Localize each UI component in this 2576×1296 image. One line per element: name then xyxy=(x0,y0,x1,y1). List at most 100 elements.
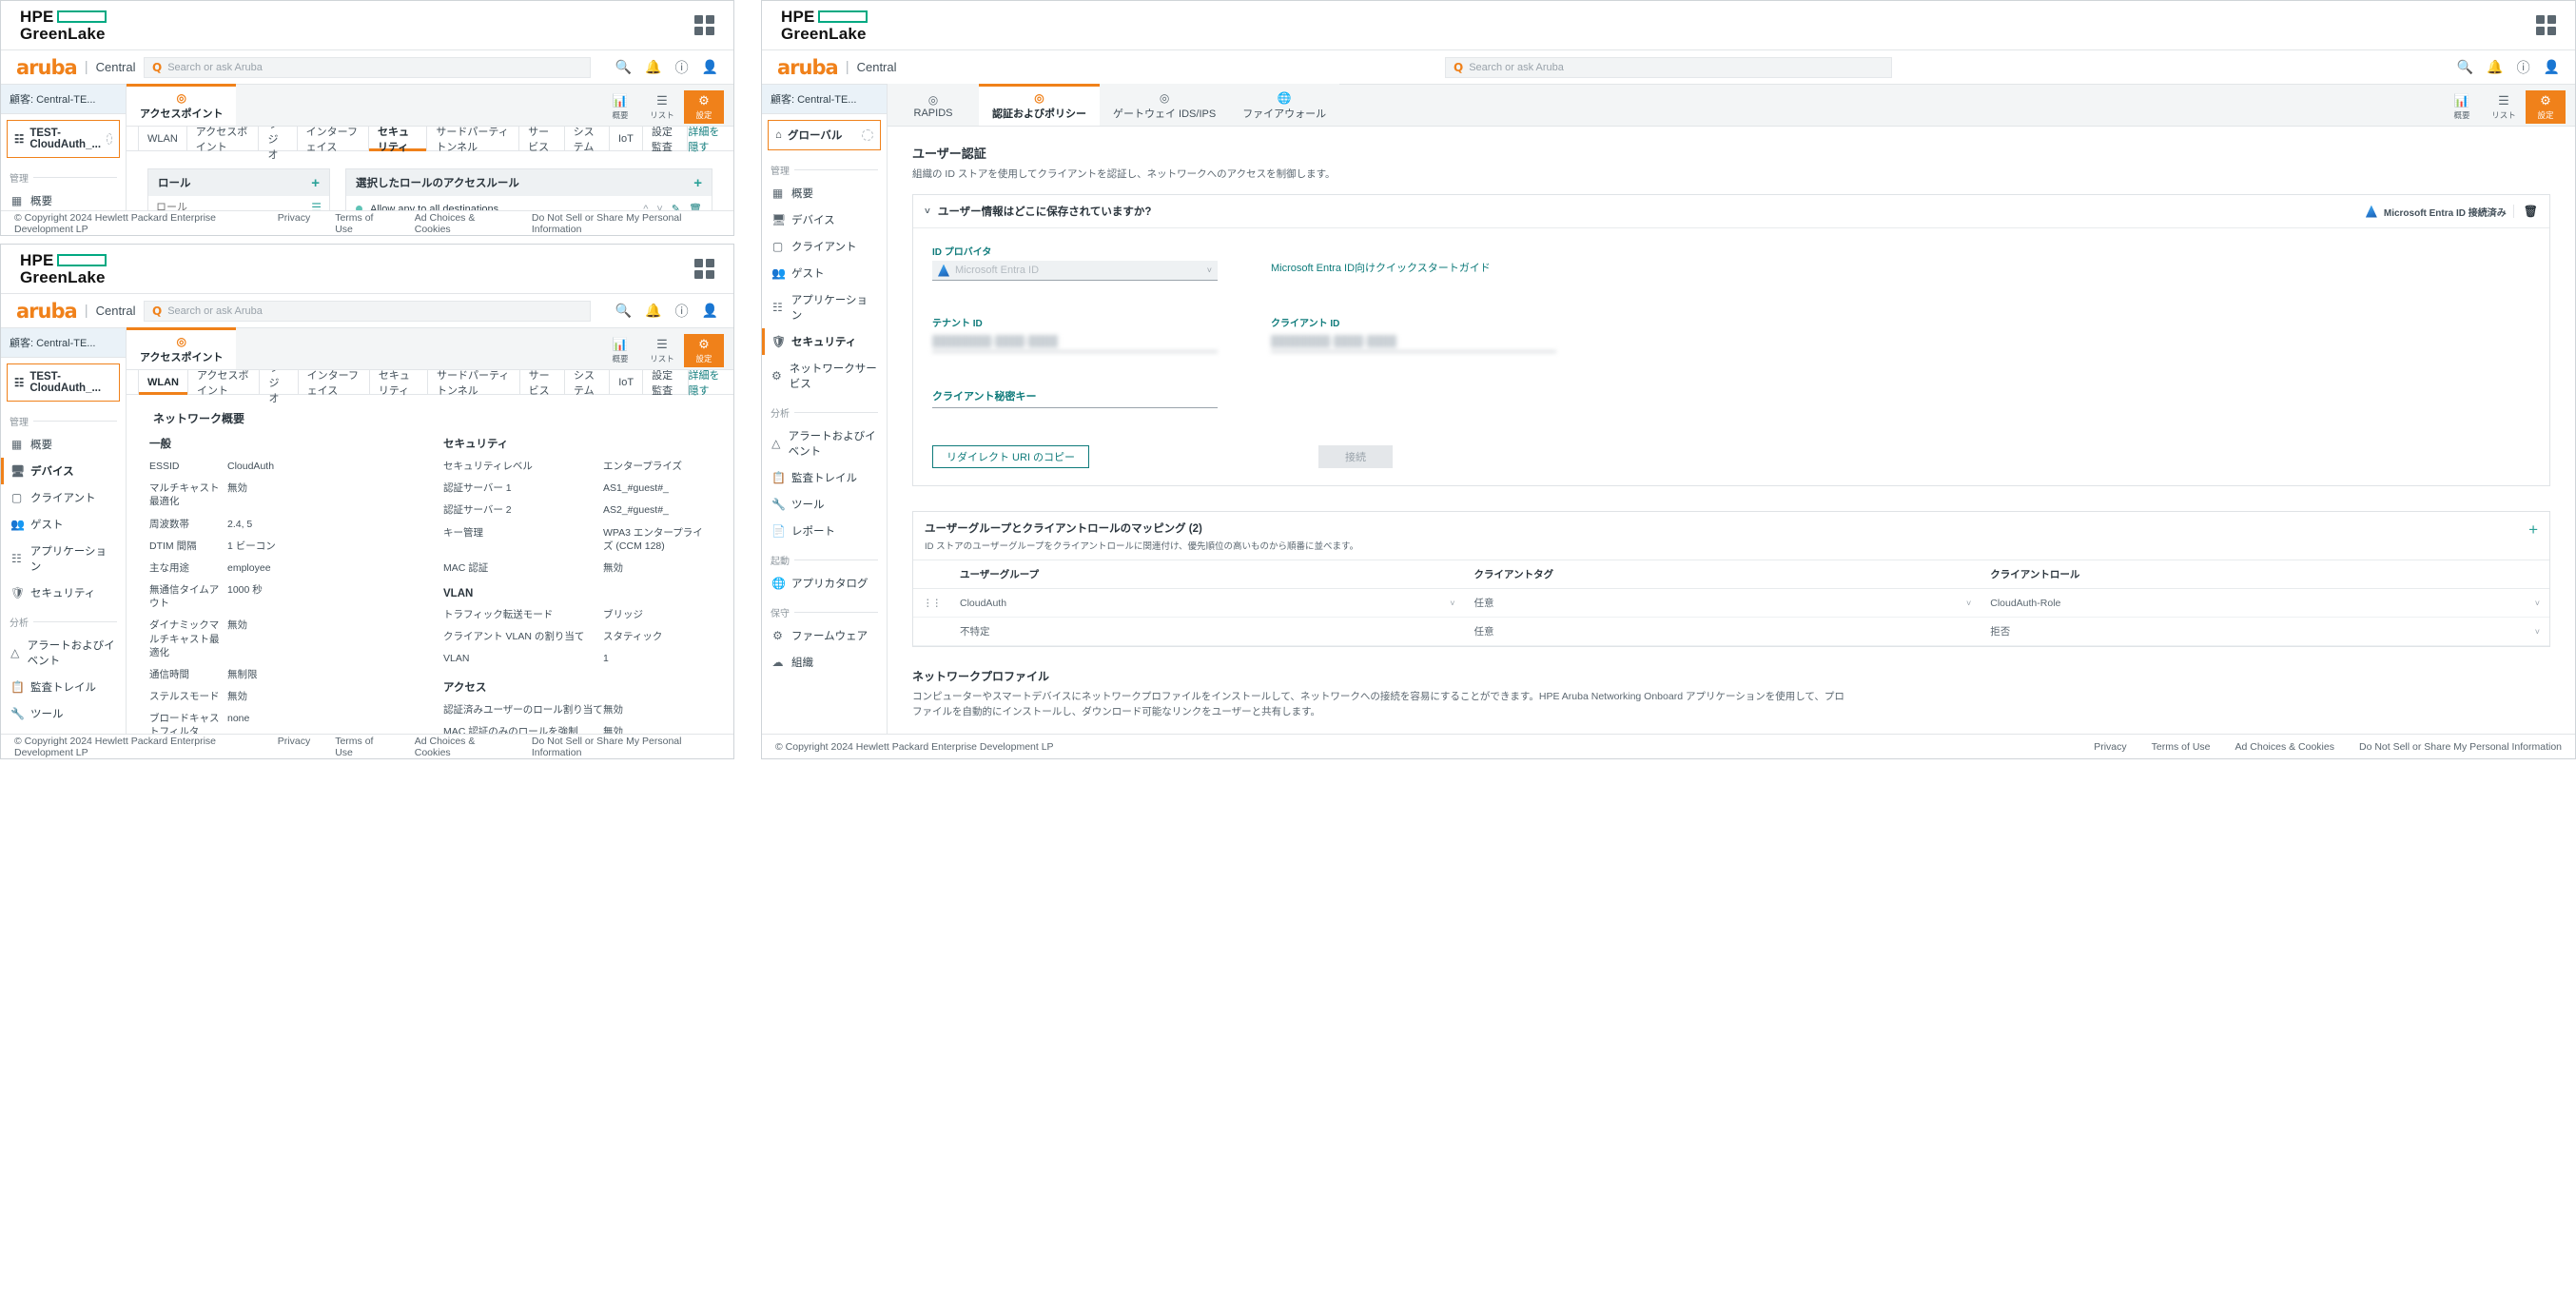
subtab-wlan[interactable]: WLAN xyxy=(138,369,188,395)
sidebar-item-security[interactable]: 🛡 セキュリティ xyxy=(1,579,126,606)
footer-link-terms[interactable]: Terms of Use xyxy=(335,736,390,758)
sidebar-item-reports[interactable]: 📄 レポート xyxy=(762,518,887,544)
add-rule-button[interactable]: + xyxy=(693,176,702,190)
subtab-access-points[interactable]: アクセスポイント xyxy=(188,369,261,397)
sidebar-item-alerts-events[interactable]: △ アラートおよびイベント xyxy=(1,632,126,674)
sidebar-item-tools[interactable]: 🔧 ツール xyxy=(1,700,126,727)
subtab-iot[interactable]: IoT xyxy=(610,126,643,151)
footer-link-privacy[interactable]: Privacy xyxy=(278,736,310,758)
sidebar-item-organization[interactable]: ☁ 組織 xyxy=(762,649,887,676)
sidebar-item-audit-trail[interactable]: 📋 監査トレイル xyxy=(762,464,887,491)
quickstart-guide-link[interactable]: Microsoft Entra ID向けクイックスタートガイド xyxy=(1271,263,1491,274)
sidebar-item-clients[interactable]: ▢ クライアント xyxy=(1,484,126,511)
subtab-security[interactable]: セキュリティ xyxy=(370,369,429,397)
tool-list[interactable]: ☰ リスト xyxy=(642,334,682,367)
subtab-iot[interactable]: IoT xyxy=(610,369,644,395)
hpe-greenlake-logo[interactable]: HPE GreenLake xyxy=(781,8,868,43)
sidebar-item-clients[interactable]: ▢ クライアント xyxy=(762,233,887,260)
sidebar-item-devices[interactable]: 🖥 デバイス xyxy=(1,458,126,484)
subtab-radio[interactable]: ラジオ xyxy=(259,119,298,161)
tab-auth-policy[interactable]: ◎ 認証およびポリシー xyxy=(979,84,1100,126)
footer-link-terms[interactable]: Terms of Use xyxy=(2152,741,2211,753)
search-icon-button[interactable]: 🔍 xyxy=(615,59,632,75)
user-avatar-icon[interactable]: 👤 xyxy=(702,59,718,75)
aruba-logo[interactable]: aruba xyxy=(16,56,78,79)
footer-link-terms[interactable]: Terms of Use xyxy=(335,212,390,235)
bell-icon[interactable]: 🔔 xyxy=(645,303,661,319)
cell-user-group[interactable]: CloudAuth ˅ xyxy=(950,588,1465,618)
tool-list[interactable]: ☰ リスト xyxy=(642,90,682,124)
table-row[interactable]: 不特定 任意 拒否 ˅ xyxy=(913,617,2549,646)
user-avatar-icon[interactable]: 👤 xyxy=(2544,59,2560,75)
client-secret-label[interactable]: クライアント秘密キー xyxy=(932,388,1218,408)
app-switcher-icon[interactable] xyxy=(694,15,714,35)
sidebar-item-audit-trail[interactable]: 📋 監査トレイル xyxy=(1,674,126,700)
footer-link-adchoices[interactable]: Ad Choices & Cookies xyxy=(2235,741,2334,753)
aruba-logo[interactable]: aruba xyxy=(16,300,78,323)
cell-client-role[interactable]: CloudAuth-Role ˅ xyxy=(1981,588,2549,618)
footer-link-donotsell[interactable]: Do Not Sell or Share My Personal Informa… xyxy=(532,736,720,758)
app-switcher-icon[interactable] xyxy=(2536,15,2556,35)
subtab-access-points[interactable]: アクセスポイント xyxy=(187,126,260,153)
add-role-button[interactable]: + xyxy=(311,176,320,190)
subtab-third-party-tunnel[interactable]: サードパーティトンネル xyxy=(428,369,520,397)
help-icon[interactable]: ⓘ xyxy=(675,58,689,77)
subtab-system[interactable]: システム xyxy=(565,126,610,153)
hide-details-link[interactable]: 詳細を隠す xyxy=(688,124,722,154)
copy-redirect-uri-button[interactable]: リダイレクト URI のコピー xyxy=(932,445,1090,468)
subtab-radio[interactable]: ラジオ xyxy=(260,363,299,404)
user-avatar-icon[interactable]: 👤 xyxy=(702,303,718,319)
footer-link-adchoices[interactable]: Ad Choices & Cookies xyxy=(415,212,507,235)
delete-connection-icon[interactable]: 🗑 xyxy=(2512,205,2538,218)
search-input[interactable]: Q Search or ask Aruba xyxy=(1445,56,1892,78)
help-icon[interactable]: ⓘ xyxy=(2517,58,2530,77)
sidebar-item-tools[interactable]: 🔧 ツール xyxy=(762,491,887,518)
connect-button[interactable]: 接続 xyxy=(1318,445,1393,468)
bell-icon[interactable]: 🔔 xyxy=(645,59,661,75)
tool-settings[interactable]: ⚙ 設定 xyxy=(2526,90,2566,124)
footer-link-privacy[interactable]: Privacy xyxy=(278,212,310,235)
tool-list[interactable]: ☰ リスト xyxy=(2484,90,2524,124)
scope-selector[interactable]: ☷ TEST-CloudAuth_... xyxy=(7,120,120,158)
tool-overview[interactable]: 📊 概要 xyxy=(600,334,640,367)
sidebar-item-app-catalog[interactable]: 🌐 アプリカタログ xyxy=(762,570,887,597)
scope-selector[interactable]: ⌂ グローバル xyxy=(768,120,881,150)
search-icon-button[interactable]: 🔍 xyxy=(2457,59,2473,75)
subtab-services[interactable]: サービス xyxy=(520,369,565,397)
help-icon[interactable]: ⓘ xyxy=(675,302,689,321)
subtab-config-audit[interactable]: 設定監査 xyxy=(643,369,689,397)
hpe-greenlake-logo[interactable]: HPE GreenLake xyxy=(20,251,107,286)
tool-overview[interactable]: 📊 概要 xyxy=(600,90,640,124)
footer-link-privacy[interactable]: Privacy xyxy=(2094,741,2126,753)
add-mapping-button[interactable]: + xyxy=(2528,520,2538,540)
footer-link-donotsell[interactable]: Do Not Sell or Share My Personal Informa… xyxy=(532,212,720,235)
sidebar-item-applications[interactable]: ☷ アプリケーション xyxy=(1,538,126,579)
client-id-input[interactable]: ████████-████-████ xyxy=(1271,332,1556,352)
bell-icon[interactable]: 🔔 xyxy=(2487,59,2503,75)
subtab-wlan[interactable]: WLAN xyxy=(138,126,187,151)
search-input[interactable]: Q Search or ask Aruba xyxy=(144,300,591,322)
table-row[interactable]: ⋮⋮ CloudAuth ˅ 任意 ˅ CloudAuth-Role ˅ xyxy=(913,588,2549,618)
sidebar-item-overview[interactable]: ▦ 概要 xyxy=(762,180,887,206)
subtab-security[interactable]: セキュリティ xyxy=(369,126,428,153)
subtab-third-party-tunnel[interactable]: サードパーティトンネル xyxy=(427,126,520,153)
subtab-services[interactable]: サービス xyxy=(519,126,565,153)
subtab-config-audit[interactable]: 設定監査 xyxy=(643,126,689,153)
sidebar-item-devices[interactable]: 🖥 デバイス xyxy=(762,206,887,233)
tab-gateway-ids-ips[interactable]: ◎ ゲートウェイ IDS/IPS xyxy=(1100,84,1230,126)
tool-settings[interactable]: ⚙ 設定 xyxy=(684,90,724,124)
subtab-interface[interactable]: インターフェイス xyxy=(298,126,370,153)
tool-settings[interactable]: ⚙ 設定 xyxy=(684,334,724,367)
scope-selector[interactable]: ☷ TEST-CloudAuth_... xyxy=(7,363,120,402)
aruba-logo[interactable]: aruba xyxy=(777,56,839,79)
subtab-interface[interactable]: インターフェイス xyxy=(299,369,370,397)
sidebar-item-overview[interactable]: ▦ 概要 xyxy=(1,431,126,458)
tab-firewall[interactable]: 🌐 ファイアウォール xyxy=(1229,84,1340,126)
sidebar-item-guests[interactable]: 👥 ゲスト xyxy=(1,511,126,538)
sidebar-item-security[interactable]: 🛡 セキュリティ xyxy=(762,328,887,355)
cell-client-tag[interactable]: 任意 ˅ xyxy=(1464,588,1981,618)
sidebar-item-guests[interactable]: 👥 ゲスト xyxy=(762,260,887,286)
search-icon-button[interactable]: 🔍 xyxy=(615,303,632,319)
hpe-greenlake-logo[interactable]: HPE GreenLake xyxy=(20,8,107,43)
footer-link-adchoices[interactable]: Ad Choices & Cookies xyxy=(415,736,507,758)
